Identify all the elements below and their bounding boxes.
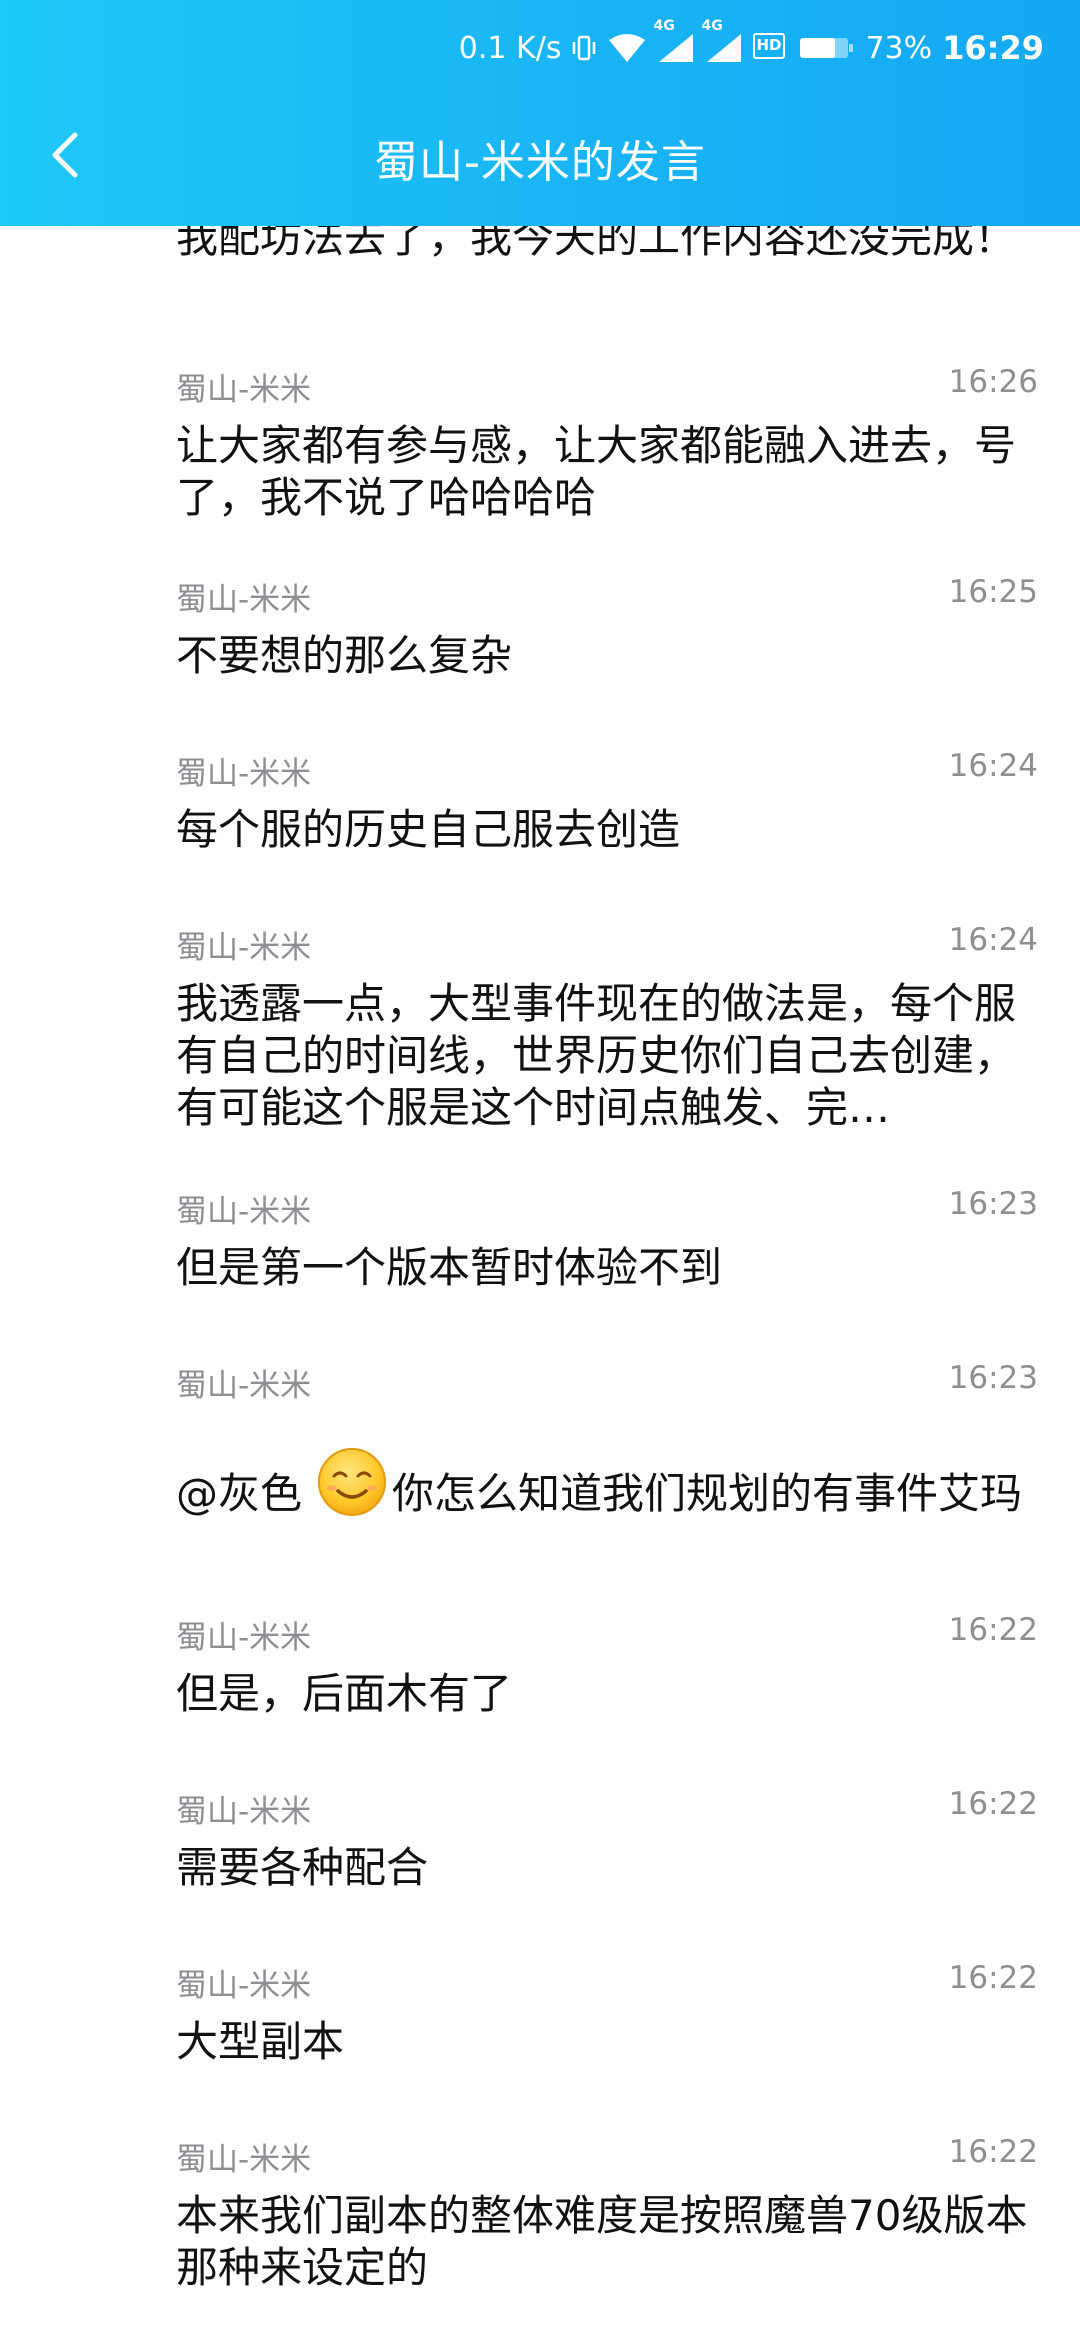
message-meta: 蜀山-米米 16:23	[176, 1186, 1038, 1230]
list-item[interactable]: 蜀山-米米 16:22 需要各种配合	[176, 1786, 1038, 1894]
message-sender: 蜀山-米米	[176, 1368, 312, 1404]
list-item[interactable]: 蜀山-米米 16:26 让大家都有参与感，让大家都能融入进去，号了，我不说了哈哈…	[176, 364, 1038, 524]
message-time: 16:24	[948, 748, 1038, 784]
list-item[interactable]: 蜀山-米米 16:24 每个服的历史自己服去创造	[176, 748, 1038, 856]
message-text: 本来我们副本的整体难度是按照魔兽70级版本那种来设定的	[176, 2191, 1028, 2292]
message-time: 16:23	[948, 1360, 1038, 1396]
list-item[interactable]: 蜀山-米米 16:24 我透露一点，大型事件现在的做法是，每个服有自己的时间线，…	[176, 922, 1038, 1134]
status-indicators: 0.1 K/s 4G 4G HD 73% 16:29	[458, 18, 1044, 72]
signal-icon-2: 4G	[701, 18, 743, 64]
message-time: 16:22	[948, 1612, 1038, 1648]
network-speed: 0.1 K/s	[458, 30, 562, 66]
message-time: 16:22	[948, 1786, 1038, 1822]
list-item[interactable]: 蜀山-米米 16:23 @灰色 你怎么知道我们规划的有事件艾玛	[176, 1360, 1038, 1520]
message-text: 需要各种配合	[176, 1843, 429, 1892]
message-sender: 蜀山-米米	[176, 582, 312, 618]
message-sender: 蜀山-米米	[176, 1794, 312, 1830]
message-sender: 蜀山-米米	[176, 756, 312, 792]
vibrate-icon	[571, 33, 597, 63]
status-bar: 0.1 K/s 4G 4G HD 73% 16:29	[0, 0, 1080, 96]
page-title: 蜀山-米米的发言	[374, 137, 706, 188]
message-list[interactable]: 我配坊法去了，我今天的工作内容还没完成！ 蜀山-米米 16:26 让大家都有参与…	[0, 206, 1080, 2340]
list-item[interactable]: 蜀山-米米 16:25 不要想的那么复杂	[176, 574, 1038, 682]
app-header: 0.1 K/s 4G 4G HD 73% 16:29 蜀山-米米的发言	[0, 0, 1080, 226]
message-time: 16:25	[948, 574, 1038, 610]
hd-label: HD	[756, 36, 782, 54]
message-time: 16:22	[948, 1960, 1038, 1996]
message-text: 但是，后面木有了	[176, 1669, 513, 1718]
list-item[interactable]: 蜀山-米米 16:22 但是，后面木有了	[176, 1612, 1038, 1720]
message-time: 16:23	[948, 1186, 1038, 1222]
message-sender: 蜀山-米米	[176, 1620, 312, 1656]
message-meta: 蜀山-米米 16:22	[176, 1960, 1038, 2004]
network-type-label-1: 4G	[653, 18, 675, 34]
message-time: 16:24	[948, 922, 1038, 958]
smiling-face-icon	[316, 1446, 388, 1518]
signal-icon-1: 4G	[653, 18, 695, 64]
message-sender: 蜀山-米米	[176, 2142, 312, 2178]
message-meta: 蜀山-米米 16:24	[176, 922, 1038, 966]
list-item[interactable]: 蜀山-米米 16:22 本来我们副本的整体难度是按照魔兽70级版本那种来设定的	[176, 2134, 1038, 2294]
message-sender: 蜀山-米米	[176, 372, 312, 408]
message-sender: 蜀山-米米	[176, 930, 312, 966]
message-text: 但是第一个版本暂时体验不到	[176, 1243, 723, 1292]
message-sender: 蜀山-米米	[176, 1194, 312, 1230]
message-text: 我透露一点，大型事件现在的做法是，每个服有自己的时间线，世界历史你们自己去创建，…	[176, 979, 1017, 1132]
list-item[interactable]: 蜀山-米米 16:23 但是第一个版本暂时体验不到	[176, 1186, 1038, 1294]
message-meta: 蜀山-米米 16:26	[176, 364, 1038, 408]
mention-link[interactable]: @灰色	[176, 1469, 302, 1518]
message-meta: 蜀山-米米 16:24	[176, 748, 1038, 792]
status-time: 16:29	[942, 29, 1044, 67]
network-type-label-2: 4G	[701, 18, 723, 34]
message-text: 大型副本	[176, 2017, 345, 2066]
message-text: 每个服的历史自己服去创造	[176, 805, 681, 854]
battery-icon	[799, 34, 855, 62]
wifi-icon	[607, 32, 647, 64]
message-text: 不要想的那么复杂	[176, 631, 513, 680]
message-sender: 蜀山-米米	[176, 1968, 312, 2004]
message-meta: 蜀山-米米 16:23	[176, 1360, 1038, 1404]
title-bar: 蜀山-米米的发言	[0, 96, 1080, 226]
hd-voice-icon: HD	[753, 33, 789, 63]
message-text: 让大家都有参与感，让大家都能融入进去，号了，我不说了哈哈哈哈	[176, 421, 1017, 522]
message-meta: 蜀山-米米 16:22	[176, 2134, 1038, 2178]
message-time: 16:26	[948, 364, 1038, 400]
message-meta: 蜀山-米米 16:25	[176, 574, 1038, 618]
message-meta: 蜀山-米米 16:22	[176, 1612, 1038, 1656]
message-meta: 蜀山-米米 16:22	[176, 1786, 1038, 1830]
message-text: @灰色 你怎么知道我们规划的有事件艾玛	[176, 1446, 1038, 1520]
message-time: 16:22	[948, 2134, 1038, 2170]
battery-percent: 73%	[865, 30, 933, 66]
message-body: 你怎么知道我们规划的有事件艾玛	[392, 1469, 1023, 1518]
list-item[interactable]: 蜀山-米米 16:22 大型副本	[176, 1960, 1038, 2068]
